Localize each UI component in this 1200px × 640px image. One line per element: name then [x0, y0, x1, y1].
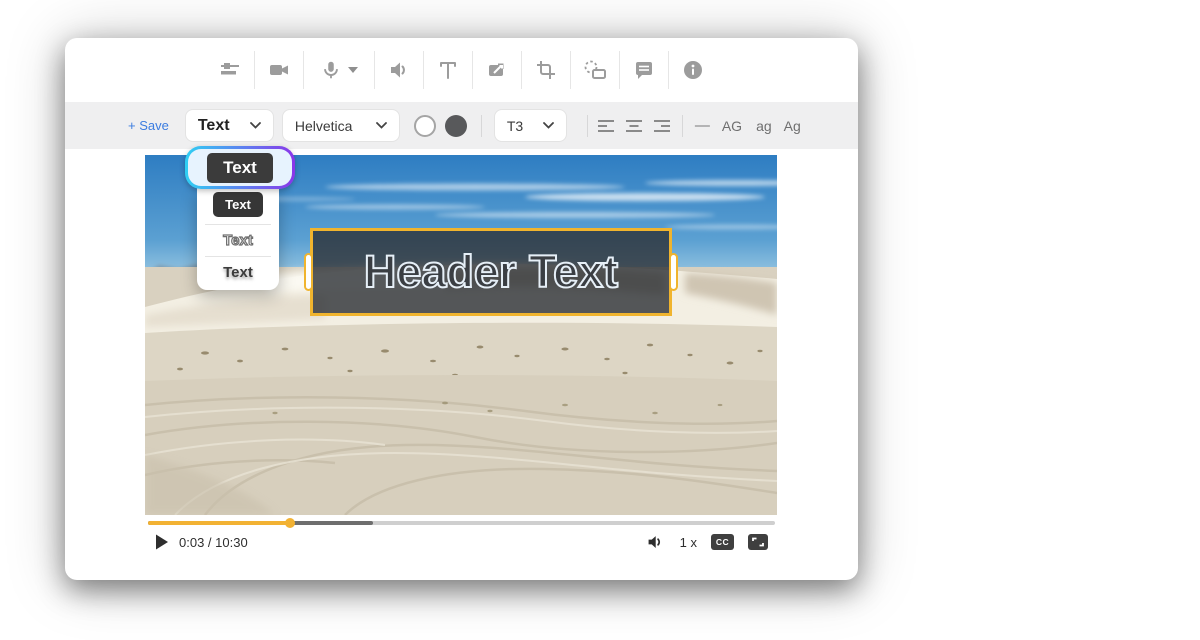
microphone-button[interactable] [304, 38, 374, 102]
player-controls-left: 0:03 / 10:30 [148, 534, 248, 550]
text-tool-icon [436, 58, 460, 82]
play-button[interactable] [155, 534, 168, 550]
text-stroke-color-swatch[interactable] [414, 115, 436, 137]
case-titlecase-button[interactable]: Ag [784, 118, 801, 134]
tune-icon [218, 58, 242, 82]
seek-bar[interactable] [148, 521, 775, 525]
player-volume-icon [647, 534, 666, 550]
fullscreen-button[interactable] [748, 534, 768, 550]
player-volume-button[interactable] [647, 534, 666, 550]
style-menu-item-shadow[interactable]: Text [223, 264, 253, 281]
style-menu-selected-inner: Text [188, 149, 292, 186]
overlay-resize-handle-left[interactable] [304, 253, 313, 291]
style-menu-item-solid[interactable]: Text [213, 192, 263, 217]
volume-icon [387, 58, 411, 82]
top-toolbar [65, 38, 858, 102]
play-icon [155, 534, 168, 550]
player-controls-right: 1 x CC [647, 534, 775, 550]
case-lowercase-button[interactable]: ag [756, 118, 772, 134]
text-overlay-label: Header Text [364, 246, 618, 298]
style-menu-selected-item[interactable]: Text [185, 146, 295, 189]
style-swatch-solid-large: Text [207, 153, 273, 183]
fullscreen-icon [748, 534, 768, 550]
text-tool-button[interactable] [424, 38, 472, 102]
format-bar-divider [682, 115, 683, 137]
info-button[interactable] [669, 38, 717, 102]
font-select[interactable]: Helvetica [282, 109, 400, 142]
camera-icon [267, 58, 291, 82]
menu-divider [205, 256, 271, 257]
format-bar-divider [587, 115, 588, 137]
style-menu-panel: Text Text Text [197, 188, 279, 290]
tune-button[interactable] [206, 38, 254, 102]
editor-window: + Save Text Helvetica T3 [65, 38, 858, 580]
text-overlay-box[interactable]: Header Text [310, 228, 672, 316]
volume-button[interactable] [375, 38, 423, 102]
align-left-button[interactable] [594, 114, 618, 138]
align-right-button[interactable] [650, 114, 674, 138]
seek-bar-played [148, 521, 290, 525]
menu-divider [205, 224, 271, 225]
overlay-resize-handle-right[interactable] [669, 253, 678, 291]
text-size-value: T3 [507, 118, 523, 134]
font-value: Helvetica [295, 118, 353, 134]
info-icon [681, 58, 705, 82]
style-swatch-label: Text [223, 158, 257, 178]
time-display: 0:03 / 10:30 [179, 535, 248, 550]
seek-bar-knob[interactable] [285, 518, 295, 528]
microphone-icon [320, 58, 342, 82]
text-size-select[interactable]: T3 [494, 109, 567, 142]
align-right-icon [653, 119, 671, 133]
align-center-button[interactable] [622, 114, 646, 138]
chevron-down-icon [376, 122, 387, 129]
mic-options-caret-icon[interactable] [348, 67, 358, 73]
style-swatch-label: Text [225, 197, 251, 212]
export-button[interactable] [473, 38, 521, 102]
comment-icon [632, 58, 656, 82]
text-fill-color-swatch[interactable] [445, 115, 467, 137]
case-uppercase-button[interactable]: AG [722, 118, 742, 134]
chevron-down-icon [543, 122, 554, 129]
captions-button[interactable]: CC [711, 534, 734, 550]
player-controls: 0:03 / 10:30 1 x CC [148, 530, 775, 554]
camera-button[interactable] [255, 38, 303, 102]
crop-icon [534, 58, 558, 82]
chevron-down-icon [250, 122, 261, 129]
style-menu-item-outline[interactable]: Text [223, 232, 253, 249]
text-style-select[interactable]: Text [185, 109, 274, 142]
save-button[interactable]: + Save [128, 118, 169, 133]
align-left-icon [597, 119, 615, 133]
format-bar: + Save Text Helvetica T3 [65, 102, 858, 149]
crop-button[interactable] [522, 38, 570, 102]
playback-speed-button[interactable]: 1 x [680, 535, 697, 550]
comment-button[interactable] [620, 38, 668, 102]
blur-selection-button[interactable] [571, 38, 619, 102]
export-icon [485, 58, 509, 82]
text-style-value: Text [198, 117, 230, 135]
format-bar-divider [481, 115, 482, 137]
blur-selection-icon [582, 58, 608, 82]
case-none-button[interactable]: — [695, 117, 710, 134]
align-center-icon [625, 119, 643, 133]
